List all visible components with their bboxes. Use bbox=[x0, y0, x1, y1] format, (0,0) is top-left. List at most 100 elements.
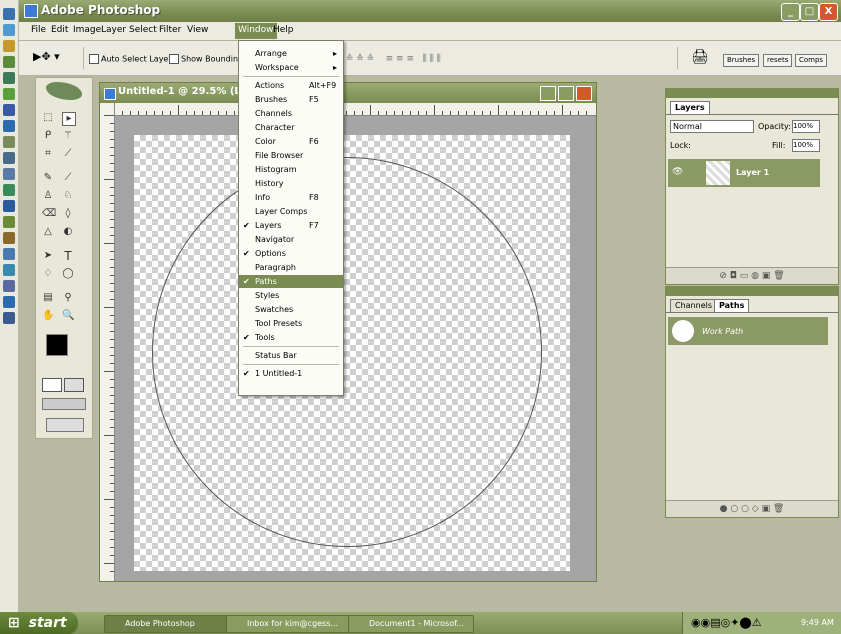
crop-tool-icon[interactable]: ⌗ bbox=[42, 148, 54, 160]
lasso-tool-icon[interactable]: ᑭ bbox=[42, 130, 54, 142]
menu-view[interactable]: View bbox=[187, 25, 208, 35]
menu-item-tool-presets[interactable]: Tool Presets bbox=[239, 317, 343, 330]
palette-title-bar[interactable] bbox=[666, 287, 838, 296]
eyedropper-tool-icon[interactable]: ⚲ bbox=[62, 292, 74, 304]
menu-item-arrange[interactable]: Arrange ▸ bbox=[239, 47, 343, 60]
menu-item-color[interactable]: Color F6 bbox=[239, 135, 343, 148]
app-icon[interactable] bbox=[3, 184, 15, 196]
zoom-tool-icon[interactable]: 🔍 bbox=[62, 310, 74, 322]
blur-tool-icon[interactable]: △ bbox=[42, 226, 54, 238]
dodge-tool-icon[interactable]: ◐ bbox=[62, 226, 74, 238]
menu-item-paths[interactable]: ✔ Paths bbox=[239, 275, 343, 288]
well-tab-presets[interactable]: resets bbox=[763, 54, 793, 67]
auto-select-checkbox[interactable]: Auto Select Layer bbox=[89, 54, 172, 64]
app-icon[interactable] bbox=[3, 216, 15, 228]
path-row[interactable]: Work Path bbox=[668, 317, 828, 345]
path-selection-icon[interactable]: ➤ bbox=[42, 250, 54, 262]
minimize-button[interactable]: _ bbox=[781, 3, 800, 21]
menu-edit[interactable]: Edit bbox=[51, 25, 68, 35]
menu-item-history[interactable]: History bbox=[239, 177, 343, 190]
menu-item-actions[interactable]: Actions Alt+F9 bbox=[239, 79, 343, 92]
task-inbox[interactable]: Inbox for kim@cgess... bbox=[226, 615, 352, 633]
menu-item-histogram[interactable]: Histogram bbox=[239, 163, 343, 176]
foreground-color-swatch[interactable] bbox=[46, 334, 68, 356]
maximize-button[interactable]: □ bbox=[800, 3, 819, 21]
menu-item-brushes[interactable]: Brushes F5 bbox=[239, 93, 343, 106]
app-icon[interactable] bbox=[3, 264, 15, 276]
eraser-tool-icon[interactable]: ⌫ bbox=[42, 208, 56, 220]
history-brush-icon[interactable]: ♘ bbox=[62, 190, 74, 202]
tray-icons[interactable]: ◉◉▤◎✦⬤⚠ bbox=[691, 616, 762, 629]
tab-layers[interactable]: Layers bbox=[670, 101, 710, 114]
menu-help[interactable]: Help bbox=[273, 25, 294, 35]
app-icon[interactable] bbox=[3, 312, 15, 324]
menu-layer[interactable]: Layer bbox=[101, 25, 126, 35]
app-icon[interactable] bbox=[3, 232, 15, 244]
word-icon[interactable] bbox=[3, 120, 15, 132]
menu-item-layer-comps[interactable]: Layer Comps bbox=[239, 205, 343, 218]
app-icon[interactable] bbox=[3, 296, 15, 308]
app-icon[interactable] bbox=[3, 104, 15, 116]
title-bar[interactable]: Adobe Photoshop _ □ X bbox=[19, 0, 841, 22]
move-tool-icon[interactable]: ▶✥ ▾ bbox=[33, 50, 60, 63]
palette-well-icon[interactable]: 🖨 bbox=[691, 49, 709, 65]
blend-mode-select[interactable]: Normal bbox=[670, 120, 754, 133]
menu-item-swatches[interactable]: Swatches bbox=[239, 303, 343, 316]
stamp-tool-icon[interactable]: ♙ bbox=[42, 190, 54, 202]
brush-tool-icon[interactable]: ⟋ bbox=[62, 172, 74, 184]
vertical-ruler[interactable] bbox=[100, 103, 115, 581]
document-title-bar[interactable]: Untitled-1 @ 29.5% (Lay bbox=[100, 83, 596, 103]
menu-filter[interactable]: Filter bbox=[159, 25, 181, 35]
doc-maximize-button[interactable] bbox=[558, 86, 574, 101]
tab-channels[interactable]: Channels bbox=[670, 299, 718, 312]
shape-tool-icon[interactable]: ◯ bbox=[62, 268, 74, 280]
eye-icon[interactable]: 👁 bbox=[672, 167, 683, 177]
app-icon[interactable] bbox=[3, 88, 15, 100]
marquee-tool-icon[interactable]: ⬚ bbox=[42, 112, 54, 124]
app-icon[interactable] bbox=[3, 200, 15, 212]
screen-mode-icons[interactable] bbox=[42, 398, 86, 410]
task-document1[interactable]: Document1 - Microsof... bbox=[348, 615, 474, 633]
paths-bottom-bar[interactable]: ● ○ ○ ◇ ▣ 🗑 bbox=[666, 500, 838, 517]
well-tab-brushes[interactable]: Brushes bbox=[723, 54, 760, 67]
app-icon[interactable] bbox=[3, 280, 15, 292]
menu-image[interactable]: Image bbox=[73, 25, 101, 35]
feather-logo[interactable] bbox=[46, 82, 82, 100]
menu-item-paragraph[interactable]: Paragraph bbox=[239, 261, 343, 274]
layer-row[interactable]: 👁 Layer 1 bbox=[668, 159, 820, 187]
doc-close-button[interactable] bbox=[576, 86, 592, 101]
app-icon[interactable] bbox=[3, 168, 15, 180]
tab-paths[interactable]: Paths bbox=[714, 299, 750, 312]
horizontal-ruler[interactable] bbox=[114, 103, 596, 116]
align-buttons[interactable]: ≙ ≙ ≙ ≡ ≡ ≡ ⫼ ⫼ ⫼ bbox=[343, 54, 441, 64]
menu-file[interactable]: File bbox=[31, 25, 46, 35]
slice-tool-icon[interactable]: ⟋ bbox=[62, 148, 74, 160]
magic-wand-icon[interactable]: ⚚ bbox=[62, 130, 74, 142]
start-button[interactable]: ⊞ start bbox=[0, 612, 78, 634]
standard-mode-icon[interactable] bbox=[42, 378, 62, 392]
menu-item-1-untitled-1[interactable]: ✔ 1 Untitled-1 bbox=[239, 367, 343, 380]
gradient-tool-icon[interactable]: ◊ bbox=[62, 208, 74, 220]
menu-item-status-bar[interactable]: Status Bar bbox=[239, 349, 343, 362]
menu-item-character[interactable]: Character bbox=[239, 121, 343, 134]
menu-item-info[interactable]: Info F8 bbox=[239, 191, 343, 204]
menu-item-tools[interactable]: ✔ Tools bbox=[239, 331, 343, 344]
menu-item-layers[interactable]: ✔ Layers F7 bbox=[239, 219, 343, 232]
app-icon[interactable] bbox=[3, 152, 15, 164]
app-icon[interactable] bbox=[3, 136, 15, 148]
opacity-field[interactable]: 100% bbox=[792, 120, 820, 133]
show-bounding-checkbox[interactable]: Show Boundin bbox=[169, 54, 238, 64]
task-photoshop[interactable]: Adobe Photoshop bbox=[104, 615, 230, 633]
menu-item-file-browser[interactable]: File Browser bbox=[239, 149, 343, 162]
outlook-icon[interactable] bbox=[3, 24, 15, 36]
folder-icon[interactable] bbox=[3, 40, 15, 52]
hand-tool-icon[interactable]: ✋ bbox=[42, 310, 54, 322]
menu-select[interactable]: Select bbox=[129, 25, 157, 35]
excel-icon[interactable] bbox=[3, 72, 15, 84]
menu-item-navigator[interactable]: Navigator bbox=[239, 233, 343, 246]
fill-field[interactable]: 100% bbox=[792, 139, 820, 152]
ie-icon[interactable] bbox=[3, 8, 15, 20]
menu-item-channels[interactable]: Channels bbox=[239, 107, 343, 120]
well-tab-comps[interactable]: Comps bbox=[795, 54, 828, 67]
menu-item-workspace[interactable]: Workspace ▸ bbox=[239, 61, 343, 74]
